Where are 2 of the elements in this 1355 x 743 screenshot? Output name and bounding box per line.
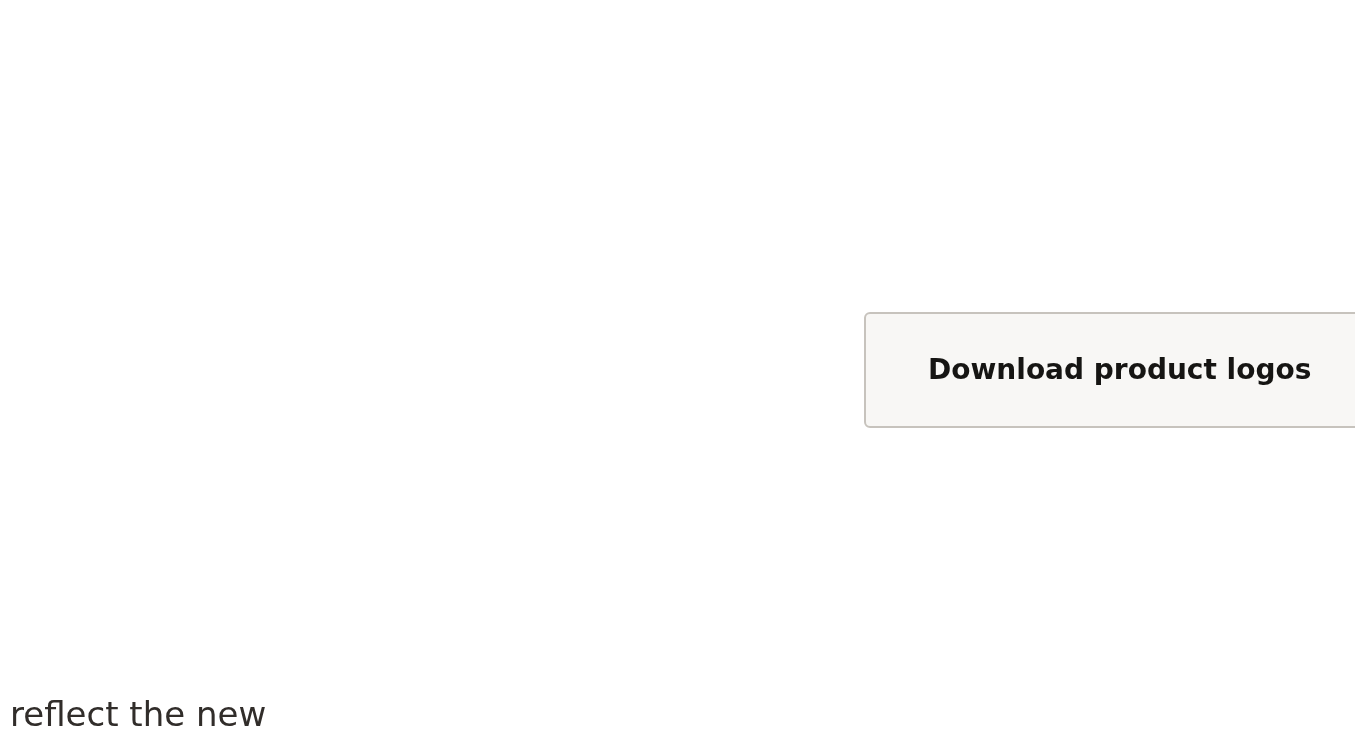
paragraph: reflect the new bbox=[10, 693, 267, 736]
download-button[interactable]: Download product logos bbox=[864, 312, 1355, 428]
